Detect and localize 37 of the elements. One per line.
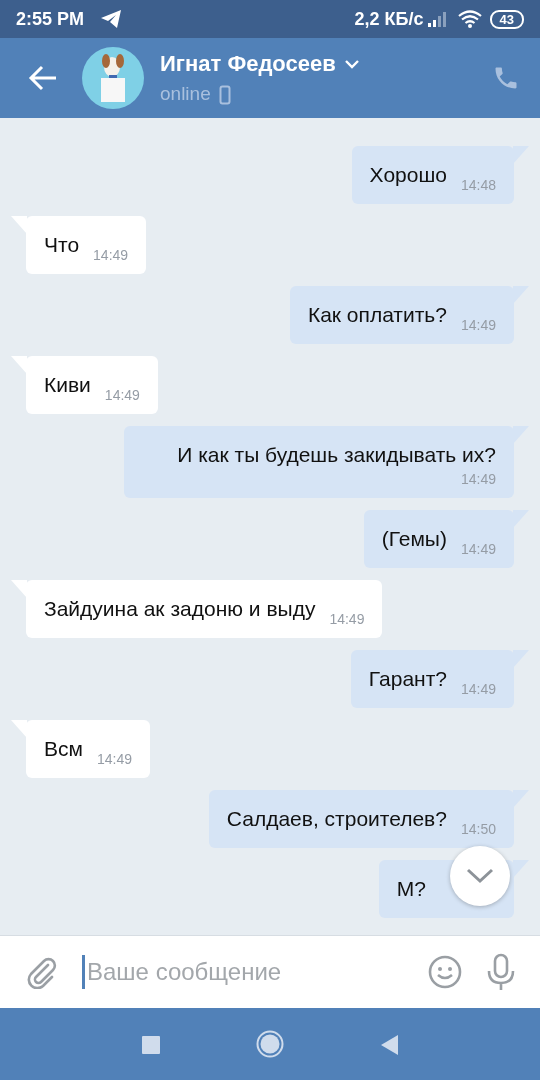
- message-input[interactable]: Ваше сообщение: [82, 955, 412, 989]
- message-text: И как ты будешь закидывать их?: [177, 442, 496, 468]
- message-text: Салдаев, строителев?: [226, 806, 447, 832]
- message-time: 14:49: [460, 316, 496, 335]
- message-text: Хорошо: [369, 162, 447, 188]
- message-text: Киви: [44, 372, 91, 398]
- network-speed: 2,2 КБ/с: [354, 7, 424, 31]
- message-text: Гарант?: [368, 666, 447, 692]
- contact-name[interactable]: Игнат Федосеев: [160, 47, 336, 81]
- message-text: Как оплатить?: [307, 302, 447, 328]
- message-time: 14:49: [460, 470, 496, 489]
- message-composer[interactable]: Ваше сообщение: [0, 935, 540, 1008]
- status-time: 2:55 PM: [16, 7, 85, 31]
- phone-icon: [218, 84, 231, 105]
- message-time: 14:49: [460, 680, 496, 699]
- wifi-icon: [457, 10, 482, 28]
- message-text: Что: [44, 232, 80, 258]
- microphone-button[interactable]: [486, 953, 516, 991]
- chevron-down-icon[interactable]: [466, 868, 494, 884]
- emoji-button[interactable]: [428, 955, 462, 989]
- message-time: 14:49: [460, 540, 496, 559]
- message-time: 14:49: [93, 246, 129, 265]
- message-text: (Гемы): [381, 526, 447, 552]
- message-time: 14:49: [96, 750, 132, 769]
- message-text: Зайдуина ак задоню и выду: [44, 596, 316, 622]
- online-status: online: [160, 82, 211, 107]
- message-time: 14:48: [460, 176, 496, 195]
- back-button[interactable]: [28, 65, 58, 91]
- message-text: Всм: [44, 736, 83, 762]
- send-icon: [100, 9, 123, 29]
- message-text: М?: [396, 876, 426, 902]
- home-button[interactable]: [256, 1030, 284, 1058]
- message-time: 14:50: [460, 820, 496, 839]
- battery-level: 43: [489, 9, 524, 29]
- message-time: 14:49: [104, 386, 140, 405]
- message-time: 14:49: [329, 610, 365, 629]
- back-nav-button[interactable]: [380, 1032, 398, 1056]
